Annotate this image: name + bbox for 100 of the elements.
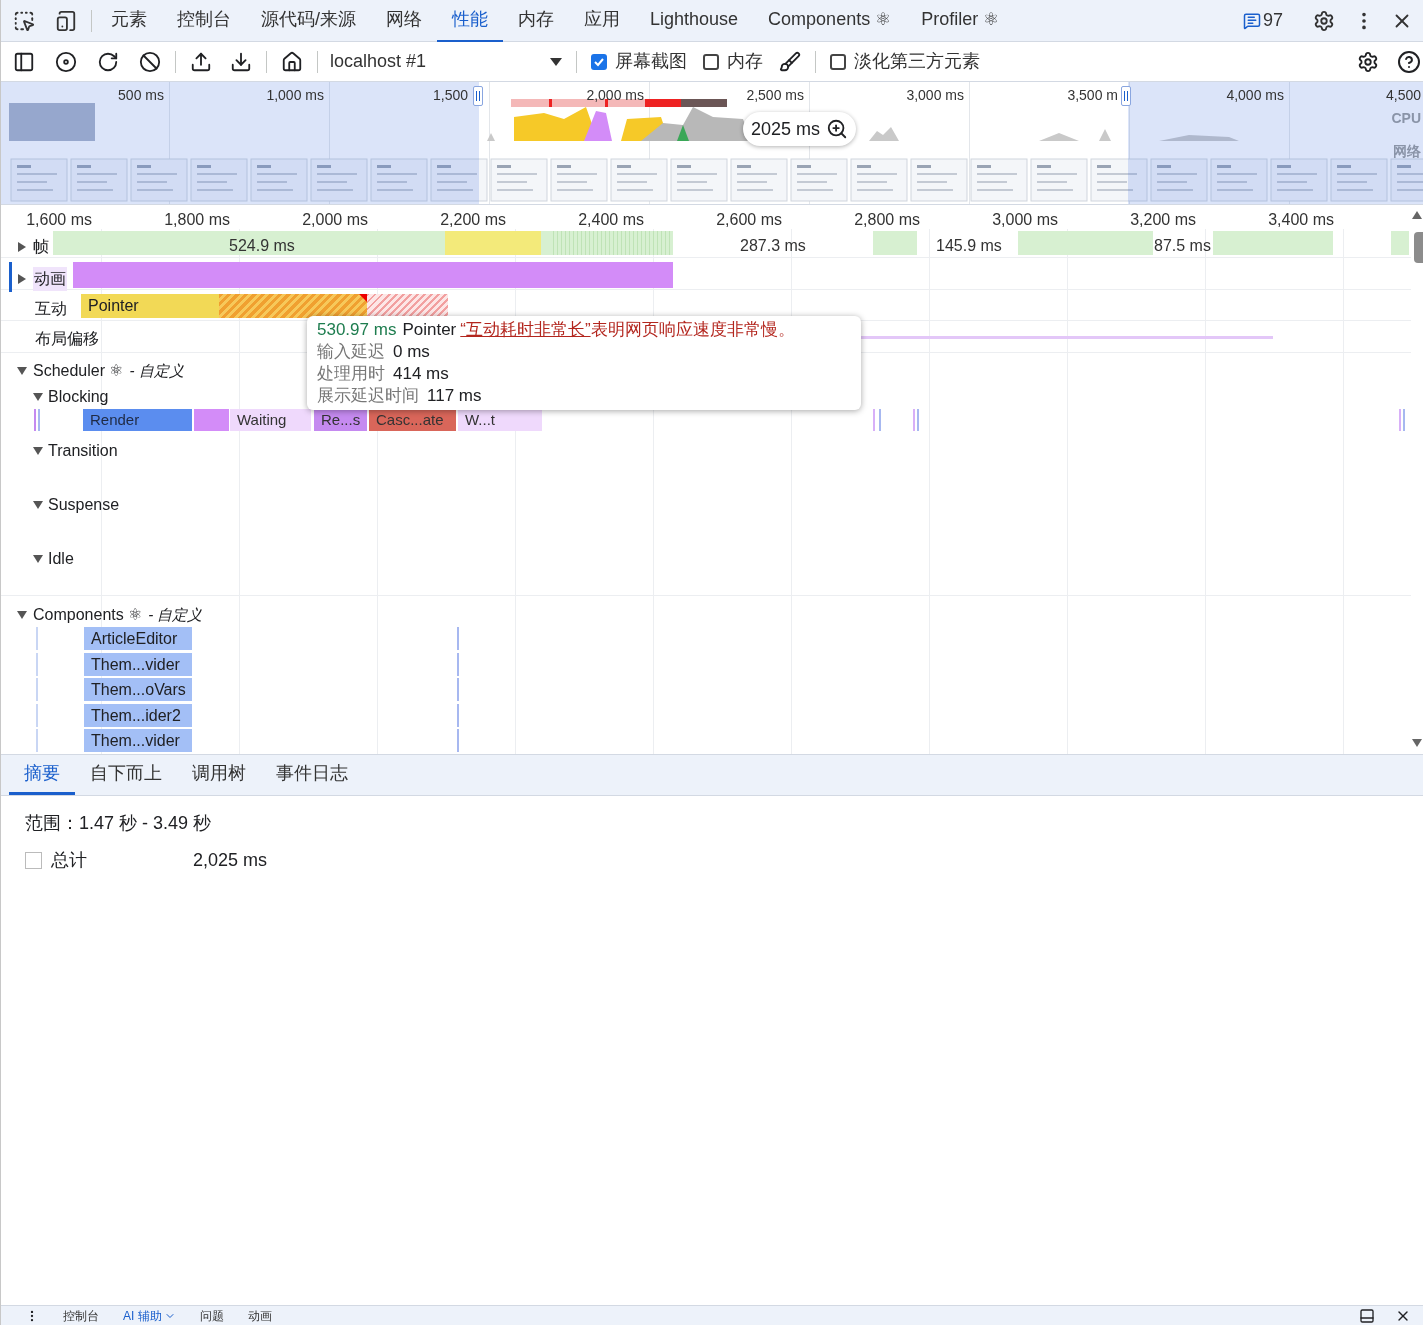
track-group-title[interactable]: Components ⚛ <box>33 603 143 627</box>
component-bar[interactable]: ArticleEditor <box>84 627 192 650</box>
panel-tab[interactable]: 网络 <box>371 0 437 42</box>
total-checkbox[interactable] <box>25 852 42 869</box>
track-group-suffix: - 自定义 <box>129 360 184 381</box>
panel-tab[interactable]: Lighthouse <box>635 0 754 42</box>
option-label: 淡化第三方元素 <box>854 50 980 73</box>
record-icon[interactable] <box>55 50 77 73</box>
detail-tab[interactable]: 事件日志 <box>261 754 363 795</box>
lane-label[interactable]: Transition <box>48 439 118 463</box>
selection-handle[interactable] <box>473 86 483 106</box>
overview-tick-label: 3,500 m <box>1067 86 1118 105</box>
component-bar[interactable]: Them...ider2 <box>84 703 192 727</box>
expand-arrow-icon[interactable] <box>33 500 43 510</box>
expand-arrow-icon[interactable] <box>17 242 27 252</box>
tooltip-value: 117 ms <box>427 385 482 407</box>
total-label: 总计 <box>51 849 88 872</box>
panel-tab[interactable]: 源代码/来源 <box>246 0 371 42</box>
inspect-icon[interactable] <box>13 9 35 32</box>
device-toolbar-icon[interactable] <box>55 9 77 32</box>
expand-arrow-icon[interactable] <box>33 554 43 564</box>
panel-tab[interactable]: 性能 <box>437 0 503 42</box>
drawer-tab[interactable]: 动画 <box>247 1306 272 1325</box>
detail-tab[interactable]: 摘要 <box>9 754 75 795</box>
scheduler-bar[interactable]: Re...s <box>314 409 367 431</box>
reload-icon[interactable] <box>97 50 119 73</box>
issues-counter[interactable]: 97 <box>1242 7 1283 34</box>
drawer-tab[interactable]: 控制台 <box>63 1306 99 1325</box>
zoom-in-icon[interactable] <box>826 118 849 140</box>
overview-tick-label: 1,000 ms <box>266 86 324 105</box>
panel-tab[interactable]: Profiler ⚛ <box>906 0 1015 42</box>
broom-icon[interactable] <box>779 50 801 73</box>
option-checkbox[interactable] <box>703 53 719 70</box>
ruler-tick-label: 2,200 ms <box>440 210 506 230</box>
ruler-tick-label: 1,600 ms <box>26 210 92 230</box>
home-icon[interactable] <box>281 50 303 73</box>
track-label[interactable]: 动画 <box>33 267 67 291</box>
tooltip-label: 展示延迟时间 <box>317 385 419 407</box>
component-bar[interactable]: Them...oVars <box>84 678 192 701</box>
frame-duration: 87.5 ms <box>1154 236 1211 256</box>
settings-icon[interactable] <box>1313 9 1335 32</box>
warning-corner-icon <box>359 294 367 302</box>
tooltip-event: Pointer <box>402 319 457 341</box>
expand-arrow-icon[interactable] <box>33 392 43 402</box>
track-group-title[interactable]: Scheduler ⚛ <box>33 359 124 383</box>
scroll-up-icon[interactable] <box>1412 211 1422 219</box>
component-bar[interactable]: Them...vider <box>84 729 192 752</box>
panel-tab[interactable]: 内存 <box>503 0 569 42</box>
tooltip-duration: 530.97 ms <box>317 319 397 341</box>
scheduler-bar[interactable]: Render <box>83 409 192 431</box>
sidebar-toggle-icon[interactable] <box>13 50 35 73</box>
ruler-tick-label: 2,000 ms <box>302 210 368 230</box>
ruler-tick-label: 2,800 ms <box>854 210 920 230</box>
recording-dropdown[interactable]: localhost #1 <box>330 48 562 75</box>
lane-label[interactable]: Idle <box>48 547 74 571</box>
ruler-tick-label: 3,000 ms <box>992 210 1058 230</box>
warning-text: 表明网页响应速度非常慢。 <box>590 319 795 341</box>
lane-label[interactable]: Blocking <box>48 385 109 409</box>
issues-icon <box>1242 11 1261 30</box>
drawer-tab[interactable]: 问题 <box>199 1306 224 1325</box>
scroll-down-icon[interactable] <box>1412 739 1422 747</box>
dock-icon[interactable] <box>1359 1307 1375 1324</box>
panel-tab[interactable]: 控制台 <box>162 0 246 42</box>
download-icon[interactable] <box>230 50 252 73</box>
upload-icon[interactable] <box>190 50 212 73</box>
clear-icon[interactable] <box>139 50 161 73</box>
expand-arrow-icon[interactable] <box>17 366 27 376</box>
interaction-bar[interactable]: Pointer <box>81 294 219 318</box>
help-icon[interactable] <box>1397 49 1421 74</box>
expand-arrow-icon[interactable] <box>17 274 27 284</box>
scheduler-bar[interactable]: Casc...ate <box>369 409 456 431</box>
ruler-tick-label: 2,400 ms <box>578 210 644 230</box>
selection-handle[interactable] <box>1121 86 1131 106</box>
overview-tick-label: 2,000 ms <box>586 86 644 105</box>
scrollbar-thumb[interactable] <box>1414 232 1423 263</box>
component-bar[interactable]: Them...vider <box>84 652 192 676</box>
overview-tick-label: 500 ms <box>118 86 164 105</box>
panel-tab[interactable]: 元素 <box>96 0 162 42</box>
option-checkbox[interactable] <box>830 53 846 70</box>
drawer-tab[interactable]: AI 辅助 <box>123 1306 176 1325</box>
scheduler-bar[interactable]: W...t <box>458 409 513 431</box>
detail-tab[interactable]: 调用树 <box>177 754 261 795</box>
overview-tick-label: 2,500 ms <box>746 86 804 105</box>
overview-track-label: 网络 <box>1393 142 1421 161</box>
frame-duration: 524.9 ms <box>229 236 295 256</box>
option-checkbox[interactable] <box>591 53 607 70</box>
panel-tab[interactable]: 应用 <box>569 0 635 42</box>
panel-tab[interactable]: Components ⚛ <box>753 0 907 42</box>
settings-icon[interactable] <box>1357 50 1379 73</box>
option-label: 屏幕截图 <box>615 50 687 73</box>
overview-track-label: CPU <box>1391 109 1421 128</box>
scheduler-bar[interactable]: Waiting <box>230 409 311 431</box>
warning-link[interactable]: “互动耗时非常长” <box>460 319 591 341</box>
track-label[interactable]: 帧 <box>33 235 49 259</box>
lane-label[interactable]: Suspense <box>48 493 120 517</box>
ruler-tick-label: 3,200 ms <box>1130 210 1196 230</box>
detail-tab[interactable]: 自下而上 <box>75 754 177 795</box>
expand-arrow-icon[interactable] <box>33 446 43 456</box>
frame-duration: 287.3 ms <box>740 236 806 256</box>
expand-arrow-icon[interactable] <box>17 610 27 620</box>
